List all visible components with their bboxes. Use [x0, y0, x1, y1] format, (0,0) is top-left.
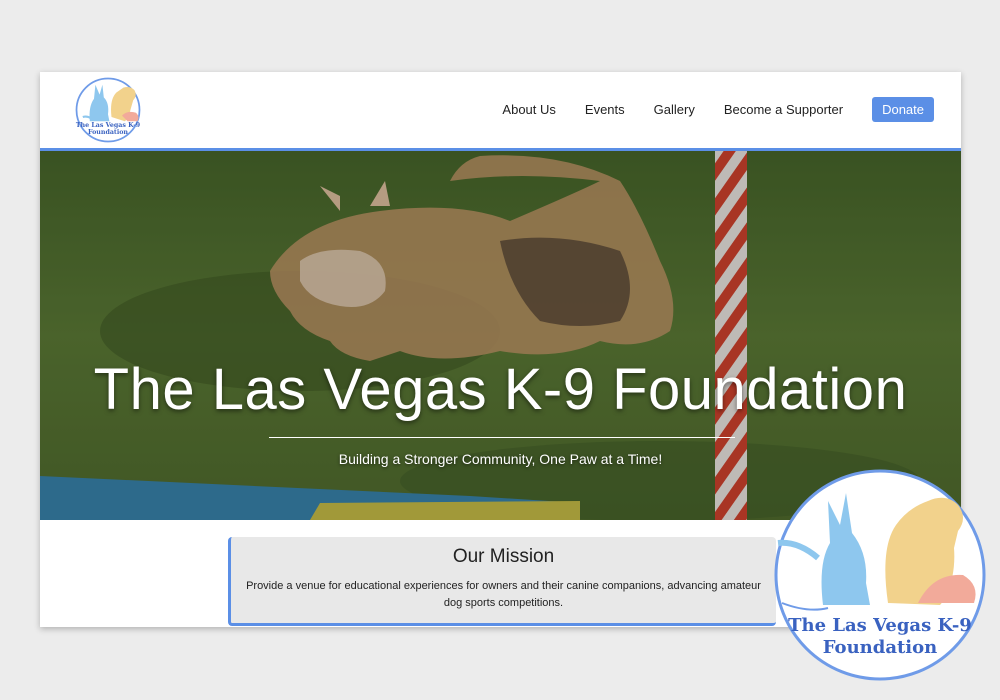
foundation-logo-large: The Las Vegas K-9 Foundation [774, 469, 986, 681]
logo-text-line1: The Las Vegas K-9 [76, 122, 140, 129]
logo-text-line2: Foundation [88, 129, 128, 136]
nav-gallery[interactable]: Gallery [654, 102, 695, 117]
logo-large-line1: The Las Vegas K-9 [788, 615, 972, 636]
nav-about-us[interactable]: About Us [502, 102, 555, 117]
donate-button[interactable]: Donate [872, 97, 934, 122]
hero-divider [269, 437, 735, 438]
main-nav: About Us Events Gallery Become a Support… [473, 97, 934, 122]
mission-card: Our Mission Provide a venue for educatio… [228, 537, 776, 626]
nav-become-a-supporter[interactable]: Become a Supporter [724, 102, 843, 117]
logo-large-line2: Foundation [823, 637, 937, 658]
nav-events[interactable]: Events [585, 102, 625, 117]
site-logo[interactable]: The Las Vegas K-9 Foundation [73, 75, 143, 145]
mission-text: Provide a venue for educational experien… [246, 580, 761, 609]
hero-title: The Las Vegas K-9 Foundation [93, 357, 908, 422]
mission-title: Our Mission [452, 546, 555, 567]
site-header: The Las Vegas K-9 Foundation About Us Ev… [40, 72, 961, 151]
